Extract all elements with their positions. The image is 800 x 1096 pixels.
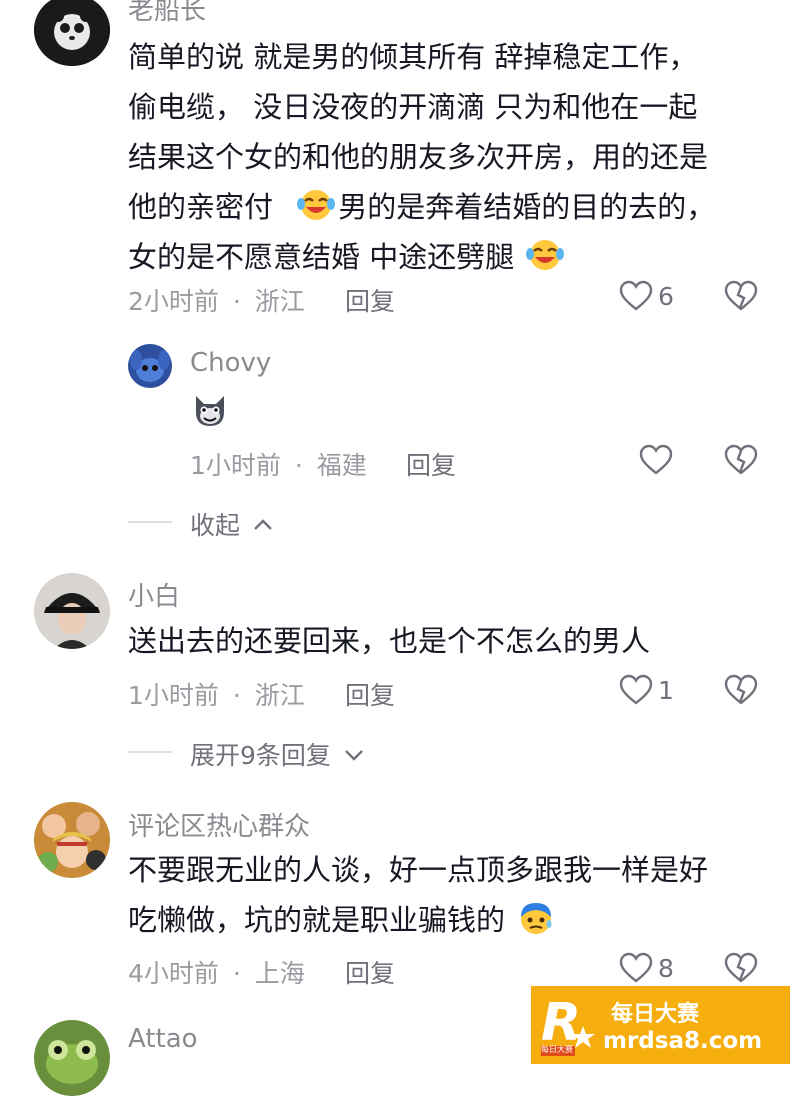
comment-line: 不要跟无业的人谈，好一点顶多跟我一样是好 <box>128 853 709 887</box>
comment-meta: 1小时前 · 福建 <box>190 446 367 482</box>
cold-sweat-emoji-icon <box>521 903 552 934</box>
comment-line: 吃懒做，坑的就是职业骗钱的 <box>128 903 506 937</box>
collapse-label: 收起 <box>190 511 241 540</box>
dislike-broken-heart-icon[interactable] <box>724 444 758 476</box>
comment-line: 女的是不愿意结婚 中途还劈腿 <box>128 240 515 274</box>
dislike-broken-heart-icon[interactable] <box>724 674 758 706</box>
collapse-replies-button[interactable]: 收起 <box>190 506 274 542</box>
user-photo-avatar-icon <box>34 573 110 649</box>
like-count: 1 <box>658 676 674 705</box>
comment-time: 2小时前 <box>128 287 219 316</box>
watermark-url: mrdsa8.com <box>603 1028 763 1054</box>
comment-time: 1小时前 <box>128 681 219 710</box>
comment-line: 结果这个女的和他的朋友多次开房，用的还是 <box>128 140 709 174</box>
comment-text: 不要跟无业的人谈，好一点顶多跟我一样是好 吃懒做，坑的就是职业骗钱的 <box>128 845 708 945</box>
comment-meta: 2小时前 · 浙江 <box>128 282 305 318</box>
comment-line: 送出去的还要回来，也是个不怎么的男人 <box>128 624 651 658</box>
avatar[interactable] <box>34 573 110 649</box>
avatar[interactable] <box>128 344 172 388</box>
comment-line-wrap: 吃懒做，坑的就是职业骗钱的 <box>128 895 708 945</box>
watermark-badge: 每日大赛 <box>541 1045 573 1054</box>
like-count: 8 <box>658 954 674 983</box>
comment-line: 他的亲密付 <box>128 190 274 224</box>
comment-time: 4小时前 <box>128 959 219 988</box>
wolf-face-emoji-icon <box>190 390 230 430</box>
separator: · <box>232 287 241 316</box>
divider <box>128 751 172 753</box>
like-heart-icon[interactable] <box>619 674 653 706</box>
comment-meta: 4小时前 · 上海 <box>128 954 305 990</box>
like-heart-icon[interactable] <box>619 952 653 984</box>
comment-username[interactable]: Chovy <box>190 348 271 378</box>
like-heart-icon[interactable] <box>619 280 653 312</box>
separator: · <box>294 451 303 480</box>
reply-button[interactable]: 回复 <box>406 446 456 482</box>
one-piece-avatar-icon <box>34 802 110 878</box>
laughing-crying-emoji-icon <box>297 190 336 220</box>
comment-username[interactable]: Attao <box>128 1024 198 1054</box>
comment-line: 男的是奔着结婚的目的去的， <box>338 190 716 224</box>
comment-line: 简单的说 就是男的倾其所有 辞掉稳定工作， <box>128 40 698 74</box>
avatar[interactable] <box>34 1020 110 1096</box>
avatar[interactable] <box>34 0 110 66</box>
divider <box>128 521 172 523</box>
like-heart-icon[interactable] <box>639 444 673 476</box>
panda-avatar-icon <box>34 0 110 66</box>
comment-username[interactable]: 老船长 <box>128 0 206 27</box>
comment-line: 偷电缆， 没日没夜的开滴滴 只为和他在一起 <box>128 90 698 124</box>
stitch-avatar-icon <box>128 344 172 388</box>
expand-replies-button[interactable]: 展开9条回复 <box>190 736 365 772</box>
comment-time: 1小时前 <box>190 451 281 480</box>
watermark-banner: R 每日大赛 每日大赛 mrdsa8.com <box>529 984 792 1066</box>
comment-username[interactable]: 评论区热心群众 <box>128 806 310 843</box>
comment-text: 简单的说 就是男的倾其所有 辞掉稳定工作， 偷电缆， 没日没夜的开滴滴 只为和他… <box>128 32 715 282</box>
reply-button[interactable]: 回复 <box>345 676 395 712</box>
avatar[interactable] <box>34 802 110 878</box>
comment-line-wrap: 他的亲密付 男的是奔着结婚的目的去的， <box>128 182 715 232</box>
comment-location: 福建 <box>316 451 367 480</box>
comment-text: 送出去的还要回来，也是个不怎么的男人 <box>128 616 650 666</box>
frog-avatar-icon <box>34 1020 110 1096</box>
dislike-broken-heart-icon[interactable] <box>724 280 758 312</box>
like-count: 6 <box>658 282 674 311</box>
comment-location: 浙江 <box>254 287 305 316</box>
comment-meta: 1小时前 · 浙江 <box>128 676 305 712</box>
comment-line-wrap: 女的是不愿意结婚 中途还劈腿 <box>128 232 715 282</box>
chevron-up-icon <box>254 519 272 530</box>
dislike-broken-heart-icon[interactable] <box>724 952 758 984</box>
reply-button[interactable]: 回复 <box>345 954 395 990</box>
comment-location: 上海 <box>254 959 305 988</box>
chevron-down-icon <box>345 750 363 761</box>
separator: · <box>232 681 241 710</box>
expand-label: 展开9条回复 <box>190 741 331 770</box>
separator: · <box>232 959 241 988</box>
watermark-title: 每日大赛 <box>611 1002 700 1027</box>
comment-username[interactable]: 小白 <box>128 576 180 613</box>
laughing-crying-emoji-icon <box>526 240 565 270</box>
comment-location: 浙江 <box>254 681 305 710</box>
reply-button[interactable]: 回复 <box>345 282 395 318</box>
